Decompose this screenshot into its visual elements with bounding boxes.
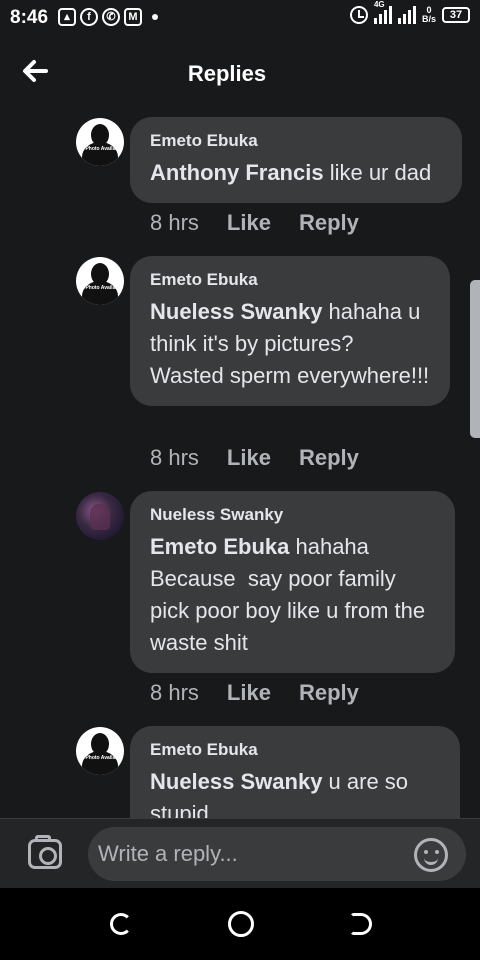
comment-text: Anthony Francis like ur dad — [150, 157, 442, 189]
signal-4g-icon: 4G — [373, 0, 392, 24]
status-time: 8:46 — [10, 7, 49, 28]
like-button[interactable]: Like — [227, 445, 271, 471]
comment-time: 8 hrs — [150, 445, 199, 470]
avatar[interactable]: No Photo Available — [76, 118, 124, 166]
avatar-placeholder-text: No Photo Available — [77, 146, 123, 152]
home-icon[interactable] — [228, 911, 254, 937]
gmail-icon: M — [124, 8, 142, 26]
notification-icons: ▴ f ✆ M — [58, 8, 158, 26]
network-speed: 0 B/s — [422, 6, 436, 24]
like-button[interactable]: Like — [227, 210, 271, 236]
status-indicators: 4G 0 B/s 37 — [349, 0, 470, 24]
replies-feed[interactable]: No Photo Available Emeto Ebuka Anthony F… — [0, 110, 480, 818]
page-title: Replies — [187, 61, 267, 86]
mention[interactable]: Nueless Swanky — [150, 769, 322, 794]
recent-apps-icon[interactable] — [110, 913, 132, 935]
comment-actions: 8 hrs Like Reply — [150, 445, 359, 471]
comment-bubble[interactable]: Emeto Ebuka Nueless Swanky hahaha u thin… — [130, 256, 450, 406]
comment-text: Nueless Swanky u are so stupid — [150, 766, 440, 818]
back-icon[interactable] — [350, 913, 372, 935]
avatar[interactable] — [76, 492, 124, 540]
comment-bubble[interactable]: Nueless Swanky Emeto Ebuka hahaha Becaus… — [130, 491, 455, 673]
avatar[interactable]: No Photo Available — [76, 257, 124, 305]
reply-input[interactable] — [88, 827, 466, 881]
comment-actions: 8 hrs Like Reply — [150, 680, 359, 706]
avatar-photo — [90, 504, 110, 530]
camera-icon[interactable] — [28, 835, 62, 869]
reply-button[interactable]: Reply — [299, 210, 359, 236]
comment-time: 8 hrs — [150, 680, 199, 705]
comment-text: Emeto Ebuka hahaha Because say poor fami… — [150, 531, 435, 659]
comment-author[interactable]: Nueless Swanky — [150, 505, 435, 525]
status-bar: 8:46 ▴ f ✆ M 4G 0 B/s 37 — [0, 0, 480, 36]
avatar-placeholder-text: No Photo Available — [77, 285, 123, 291]
comment-bubble[interactable]: Emeto Ebuka Nueless Swanky u are so stup… — [130, 726, 460, 818]
reply-button[interactable]: Reply — [299, 445, 359, 471]
facebook-icon: f — [80, 8, 98, 26]
comment-time: 8 hrs — [150, 210, 199, 235]
header: Replies — [0, 36, 480, 110]
emoji-icon[interactable] — [414, 838, 448, 872]
whatsapp-icon: ✆ — [102, 8, 120, 26]
gallery-icon: ▴ — [58, 8, 76, 26]
mention[interactable]: Anthony Francis — [150, 160, 324, 185]
comment-text: Nueless Swanky hahaha u think it's by pi… — [150, 296, 430, 392]
signal-icon — [397, 6, 416, 24]
reply-button[interactable]: Reply — [299, 680, 359, 706]
avatar-placeholder-text: No Photo Available — [77, 755, 123, 761]
battery-icon: 37 — [442, 7, 470, 23]
reply-composer — [0, 818, 480, 888]
comment-author[interactable]: Emeto Ebuka — [150, 270, 430, 290]
alarm-icon — [349, 6, 368, 24]
like-button[interactable]: Like — [227, 680, 271, 706]
comment-author[interactable]: Emeto Ebuka — [150, 131, 442, 151]
more-notifications-icon — [152, 14, 158, 20]
network-type: 4G — [373, 0, 385, 9]
system-nav-bar — [0, 888, 480, 960]
mention[interactable]: Nueless Swanky — [150, 299, 322, 324]
comment-bubble[interactable]: Emeto Ebuka Anthony Francis like ur dad — [130, 117, 462, 203]
speed-unit: B/s — [421, 14, 436, 24]
avatar[interactable]: No Photo Available — [76, 727, 124, 775]
comment-actions: 8 hrs Like Reply — [150, 210, 359, 236]
comment-author[interactable]: Emeto Ebuka — [150, 740, 440, 760]
scrollbar-thumb[interactable] — [470, 280, 480, 438]
mention[interactable]: Emeto Ebuka — [150, 534, 289, 559]
comment-body: like ur dad — [323, 160, 432, 185]
